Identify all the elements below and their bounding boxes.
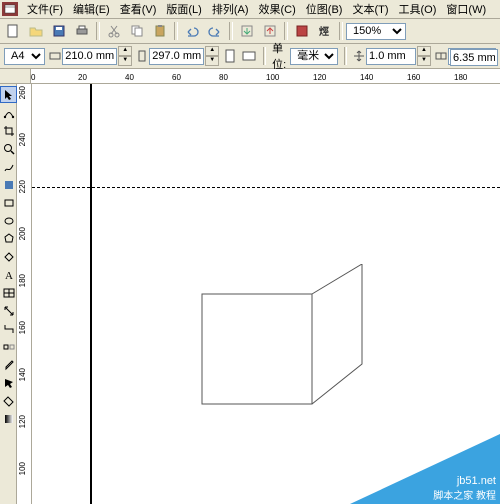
open-button[interactable] xyxy=(25,20,47,42)
page-width-field: ▲▼ xyxy=(49,46,132,66)
menu-edit[interactable]: 编辑(E) xyxy=(68,1,115,17)
watermark: jb51.net 脚本之家 教程 xyxy=(350,434,500,504)
zoom-select[interactable]: 150% xyxy=(346,23,406,40)
dup-y-input[interactable] xyxy=(450,49,498,66)
zoom-tool[interactable] xyxy=(0,140,17,157)
outline-tool[interactable] xyxy=(0,374,17,391)
paper-size-select[interactable]: A4 xyxy=(4,48,45,65)
copy-button[interactable] xyxy=(126,20,148,42)
interactive-blend-tool[interactable] xyxy=(0,338,17,355)
menu-bar: 文件(F) 编辑(E) 查看(V) 版面(L) 排列(A) 效果(C) 位图(B… xyxy=(0,0,500,19)
pick-tool[interactable] xyxy=(0,86,17,103)
export-button[interactable] xyxy=(259,20,281,42)
portrait-button[interactable] xyxy=(223,45,237,67)
shape-tool[interactable] xyxy=(0,104,17,121)
nudge-icon xyxy=(353,50,365,62)
menu-layout[interactable]: 版面(L) xyxy=(161,1,206,17)
height-spinner[interactable]: ▲▼ xyxy=(205,46,219,66)
property-bar: A4 ▲▼ ▲▼ 单位: 毫米 ▲▼ xyxy=(0,44,500,69)
interactive-fill-tool[interactable] xyxy=(0,410,17,427)
page-edge xyxy=(90,84,92,504)
paste-button[interactable] xyxy=(149,20,171,42)
landscape-button[interactable] xyxy=(241,45,257,67)
ellipse-tool[interactable] xyxy=(0,212,17,229)
eyedropper-tool[interactable] xyxy=(0,356,17,373)
canvas[interactable]: jb51.net 脚本之家 教程 xyxy=(32,84,500,504)
nudge-input[interactable] xyxy=(366,48,416,65)
drawing-content xyxy=(192,264,392,414)
width-spinner[interactable]: ▲▼ xyxy=(118,46,132,66)
dimension-tool[interactable] xyxy=(0,302,17,319)
guideline[interactable] xyxy=(32,187,500,188)
menu-window[interactable]: 窗口(W) xyxy=(441,1,491,17)
menu-arrange[interactable]: 排列(A) xyxy=(207,1,254,17)
fill-tool[interactable] xyxy=(0,392,17,409)
print-button[interactable] xyxy=(71,20,93,42)
menu-file[interactable]: 文件(F) xyxy=(22,1,68,17)
unit-label: 单位: xyxy=(272,40,286,72)
freehand-tool[interactable] xyxy=(0,158,17,175)
page-height-input[interactable] xyxy=(149,48,204,65)
undo-button[interactable] xyxy=(181,20,203,42)
basic-shapes-tool[interactable] xyxy=(0,248,17,265)
cut-button[interactable] xyxy=(103,20,125,42)
separator xyxy=(96,22,100,40)
standard-toolbar: 烴 150% xyxy=(0,19,500,44)
app-icon xyxy=(2,2,18,16)
menu-text[interactable]: 文本(T) xyxy=(347,1,393,17)
dup-x-icon xyxy=(435,50,447,62)
crop-tool[interactable] xyxy=(0,122,17,139)
separator xyxy=(174,22,178,40)
import-button[interactable] xyxy=(236,20,258,42)
menu-tools[interactable]: 工具(O) xyxy=(394,1,442,17)
watermark-site: jb51.net xyxy=(433,475,496,487)
svg-text:A: A xyxy=(5,270,13,281)
width-icon xyxy=(49,50,61,62)
duplicate-y-field xyxy=(450,49,498,66)
height-icon xyxy=(136,50,148,62)
polygon-tool[interactable] xyxy=(0,230,17,247)
menu-effects[interactable]: 效果(C) xyxy=(254,1,301,17)
page-height-field: ▲▼ xyxy=(136,46,219,66)
menu-bitmap[interactable]: 位图(B) xyxy=(301,1,348,17)
rectangle-tool[interactable] xyxy=(0,194,17,211)
nudge-spinner[interactable]: ▲▼ xyxy=(417,46,431,66)
nudge-field: ▲▼ xyxy=(353,46,431,66)
svg-text:烴: 烴 xyxy=(319,25,329,38)
redo-button[interactable] xyxy=(204,20,226,42)
toolbox: A xyxy=(0,84,17,504)
menu-view[interactable]: 查看(V) xyxy=(115,1,162,17)
separator xyxy=(344,47,347,65)
page-width-input[interactable] xyxy=(62,48,117,65)
separator xyxy=(284,22,288,40)
new-button[interactable] xyxy=(2,20,24,42)
separator xyxy=(263,47,266,65)
save-button[interactable] xyxy=(48,20,70,42)
app-launcher-button[interactable] xyxy=(291,20,313,42)
ruler-vertical[interactable]: 260240220200180160140120100 xyxy=(17,84,32,504)
ruler-origin[interactable] xyxy=(0,69,31,84)
smart-fill-tool[interactable] xyxy=(0,176,17,193)
separator xyxy=(229,22,233,40)
separator xyxy=(339,22,343,40)
table-tool[interactable] xyxy=(0,284,17,301)
corel-online-button[interactable]: 烴 xyxy=(314,20,336,42)
unit-select[interactable]: 毫米 xyxy=(290,48,338,65)
connector-tool[interactable] xyxy=(0,320,17,337)
workspace: A 260240220200180160140120100 jb51.net 脚… xyxy=(0,84,500,504)
text-tool[interactable]: A xyxy=(0,266,17,283)
ruler-horizontal[interactable]: 020406080100120140160180 xyxy=(31,69,500,84)
